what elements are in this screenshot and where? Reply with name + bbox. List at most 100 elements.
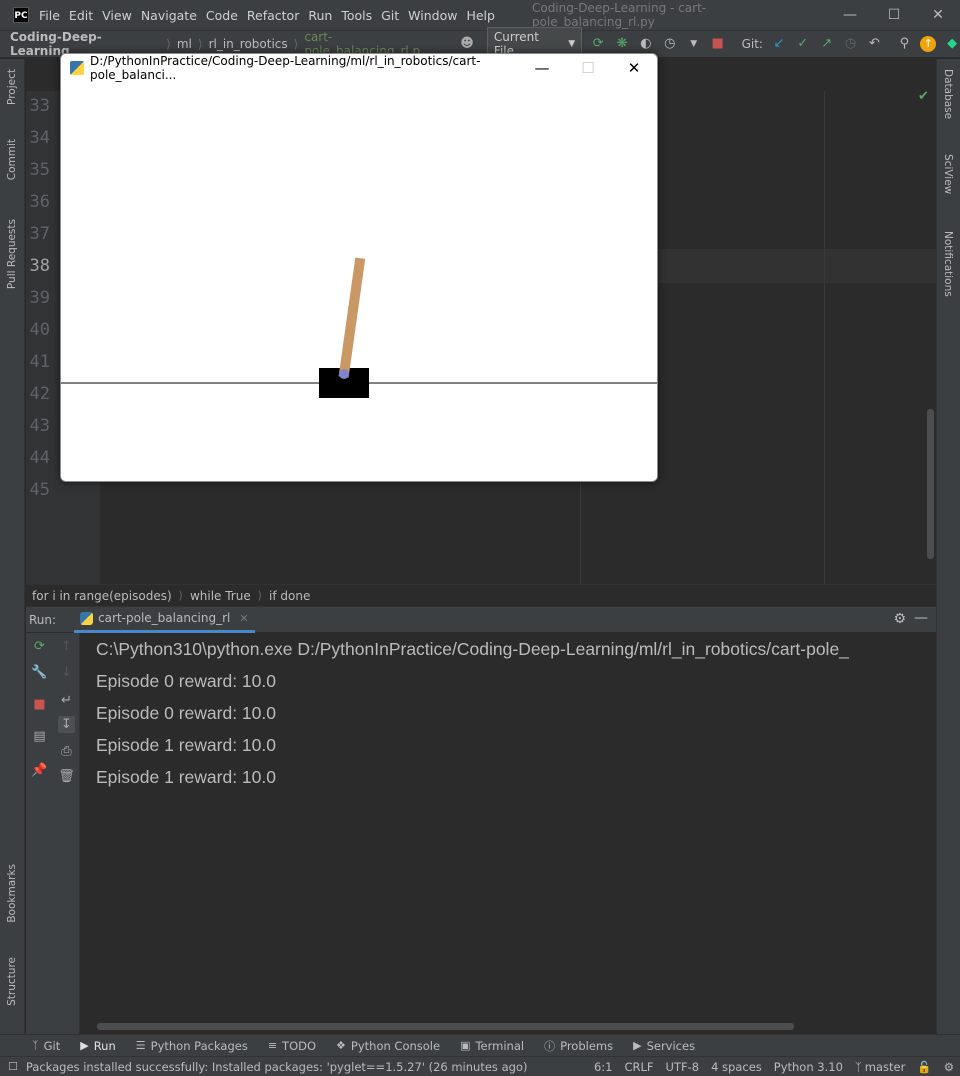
jetbrains-icon[interactable]: ◆: [944, 36, 960, 52]
minimize-icon[interactable]: —: [828, 7, 872, 23]
line-number: 41: [29, 352, 50, 372]
user-icon[interactable]: ☻: [459, 36, 475, 52]
menu-code[interactable]: Code: [206, 8, 238, 23]
run-tool-button[interactable]: ▶ Run: [80, 1039, 116, 1053]
profile-icon[interactable]: ◷: [662, 36, 678, 52]
menu-window[interactable]: Window: [408, 8, 457, 23]
python-packages-tool-button[interactable]: ☰ Python Packages: [136, 1039, 248, 1053]
notifications-tool-button[interactable]: Notifications: [942, 231, 954, 297]
services-tool-button[interactable]: ▶ Services: [633, 1039, 695, 1053]
menu-tools[interactable]: Tools: [341, 8, 372, 23]
indent-setting[interactable]: 4 spaces: [711, 1060, 762, 1074]
structure-tool-button[interactable]: Structure: [6, 957, 18, 1006]
menu-run[interactable]: Run: [308, 8, 332, 23]
python-interpreter[interactable]: Python 3.10: [774, 1060, 843, 1074]
print-icon[interactable]: ⎙: [58, 743, 75, 760]
wrench-icon[interactable]: 🔧: [31, 664, 48, 681]
git-label: Git:: [741, 37, 763, 51]
rerun-icon[interactable]: ⟳: [31, 638, 48, 655]
git-update-icon[interactable]: ↙: [771, 36, 787, 52]
maximize-icon[interactable]: ☐: [872, 7, 916, 23]
arrow-up-icon: ↑: [61, 639, 72, 654]
git-tool-button[interactable]: ᛉ Git: [32, 1039, 60, 1053]
run-tab[interactable]: cart-pole_balancing_rl ✕: [74, 607, 255, 633]
line-separator[interactable]: CRLF: [624, 1060, 653, 1074]
line-number: 37: [29, 224, 50, 244]
breadcrumb-while-loop[interactable]: while True: [190, 589, 251, 603]
render-window-title-bar[interactable]: D:/PythonInPractice/Coding-Deep-Learning…: [61, 54, 657, 82]
python-icon: [80, 611, 94, 625]
breadcrumb-for-loop[interactable]: for i in range(episodes): [32, 589, 172, 603]
sciview-tool-button[interactable]: SciView: [942, 154, 954, 194]
inspection-ok-icon[interactable]: ✔: [918, 89, 929, 104]
console-horizontal-scrollbar[interactable]: [97, 1023, 794, 1030]
run-panel-label: Run:: [29, 612, 57, 627]
stop-icon[interactable]: ■: [710, 36, 726, 52]
commit-tool-button[interactable]: Commit: [6, 139, 18, 180]
problems-label: Problems: [560, 1038, 614, 1053]
history-icon[interactable]: ◷: [843, 36, 859, 52]
rollback-icon[interactable]: ↶: [867, 36, 883, 52]
menu-edit[interactable]: Edit: [69, 8, 93, 23]
console-line: Episode 0 reward: 10.0: [96, 671, 276, 691]
breadcrumb-if-done[interactable]: if done: [269, 589, 310, 603]
python-console-label: Python Console: [350, 1038, 441, 1053]
gear-icon[interactable]: ⚙: [893, 611, 906, 627]
caret-position[interactable]: 6:1: [594, 1060, 613, 1074]
todo-tool-button[interactable]: ≡ TODO: [268, 1039, 316, 1053]
problems-tool-button[interactable]: ⓘ Problems: [544, 1038, 613, 1054]
rerun-icon[interactable]: ⟳: [590, 36, 606, 52]
menu-git[interactable]: Git: [381, 8, 399, 23]
editor-vertical-scrollbar[interactable]: [927, 409, 934, 559]
close-icon[interactable]: ✕: [611, 59, 657, 77]
coverage-icon[interactable]: ◐: [638, 36, 654, 52]
status-checkbox-icon[interactable]: ☐: [8, 1060, 18, 1073]
layout-icon[interactable]: ▤: [31, 728, 48, 745]
more-run-icon[interactable]: ▼: [686, 36, 702, 52]
breadcrumb-ml[interactable]: ml: [177, 37, 192, 51]
trash-icon[interactable]: 🗑: [58, 768, 75, 785]
cartpole-render-window[interactable]: D:/PythonInPractice/Coding-Deep-Learning…: [60, 53, 658, 482]
lock-icon[interactable]: 🔓: [917, 1060, 931, 1074]
cartpole-canvas: [61, 82, 657, 481]
arrow-down-icon: ↓: [61, 665, 72, 680]
run-console-output[interactable]: C:\Python310\python.exe D:/PythonInPract…: [81, 633, 936, 1034]
run-panel-header: Run: cart-pole_balancing_rl ✕ ⚙ —: [26, 606, 936, 633]
minimize-icon[interactable]: —: [519, 59, 565, 77]
terminal-icon: ▣: [460, 1039, 471, 1052]
search-icon[interactable]: ⚲: [896, 36, 912, 52]
stop-icon[interactable]: ■: [31, 696, 48, 713]
pin-icon[interactable]: 📌: [31, 762, 48, 779]
settings-icon[interactable]: ⚙: [944, 1060, 954, 1074]
hide-panel-icon[interactable]: —: [914, 610, 928, 626]
chevron-down-icon: ▼: [568, 39, 576, 49]
title-bar: PC File Edit View Navigate Code Refactor…: [0, 0, 960, 30]
line-number: 45: [29, 480, 50, 500]
update-icon[interactable]: ↑: [920, 36, 937, 52]
git-branch-icon: ᛉ: [854, 1059, 862, 1074]
status-message[interactable]: Packages installed successfully: Install…: [26, 1060, 594, 1074]
menu-navigate[interactable]: Navigate: [141, 8, 197, 23]
close-tab-icon[interactable]: ✕: [239, 612, 248, 625]
scroll-to-end-icon[interactable]: ↧: [58, 716, 75, 733]
bookmarks-tool-button[interactable]: Bookmarks: [6, 864, 18, 923]
services-label: Services: [646, 1038, 696, 1053]
database-tool-button[interactable]: Database: [942, 69, 954, 119]
python-console-tool-button[interactable]: ❖ Python Console: [336, 1039, 440, 1053]
pull-requests-tool-button[interactable]: Pull Requests: [6, 219, 18, 289]
menu-view[interactable]: View: [102, 8, 132, 23]
menu-help[interactable]: Help: [466, 8, 495, 23]
terminal-label: Terminal: [475, 1038, 525, 1053]
file-encoding[interactable]: UTF-8: [666, 1060, 700, 1074]
debug-icon[interactable]: ❋: [614, 36, 630, 52]
menu-refactor[interactable]: Refactor: [247, 8, 299, 23]
terminal-tool-button[interactable]: ▣ Terminal: [460, 1039, 524, 1053]
close-icon[interactable]: ✕: [916, 7, 960, 23]
soft-wrap-icon[interactable]: ↵: [58, 692, 75, 709]
menu-file[interactable]: File: [39, 8, 60, 23]
breadcrumb-rl-in-robotics[interactable]: rl_in_robotics: [209, 37, 288, 51]
git-push-icon[interactable]: ↗: [819, 36, 835, 52]
git-branch[interactable]: master: [865, 1060, 906, 1074]
project-tool-button[interactable]: Project: [6, 69, 18, 105]
git-commit-icon[interactable]: ✓: [795, 36, 811, 52]
